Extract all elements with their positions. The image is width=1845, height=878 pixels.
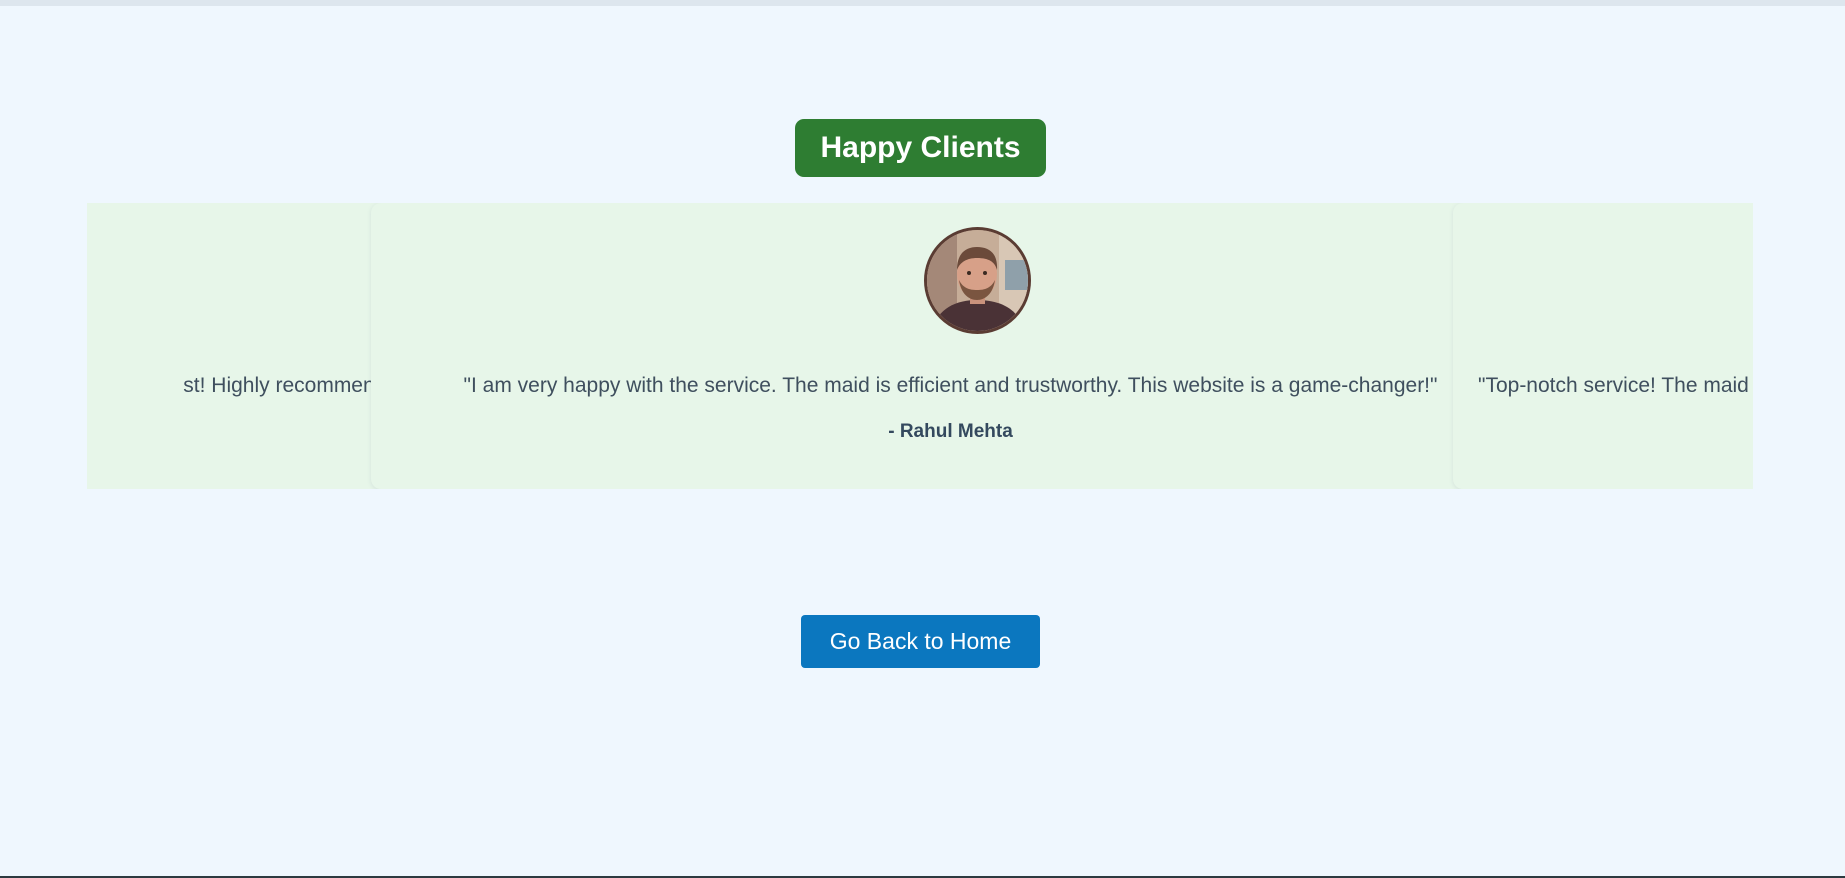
testimonial-quote: "Top-notch service! The maid — [1478, 374, 1749, 397]
go-back-home-button[interactable]: Go Back to Home — [801, 615, 1040, 668]
testimonial-quote: "I am very happy with the service. The m… — [463, 374, 1438, 397]
testimonial-carousel[interactable]: st! Highly recommended." "I am very happ… — [87, 203, 1753, 489]
person-avatar-icon — [927, 230, 1028, 331]
client-avatar — [924, 227, 1031, 334]
testimonial-card-next[interactable]: "Top-notch service! The maid — [1453, 203, 1753, 489]
testimonial-card-active[interactable]: "I am very happy with the service. The m… — [371, 203, 1530, 489]
testimonial-author: - Rahul Mehta — [888, 421, 1013, 442]
page: Happy Clients st! Highly recommended." "… — [0, 0, 1845, 876]
section-heading: Happy Clients — [795, 119, 1046, 177]
top-divider — [0, 0, 1845, 6]
